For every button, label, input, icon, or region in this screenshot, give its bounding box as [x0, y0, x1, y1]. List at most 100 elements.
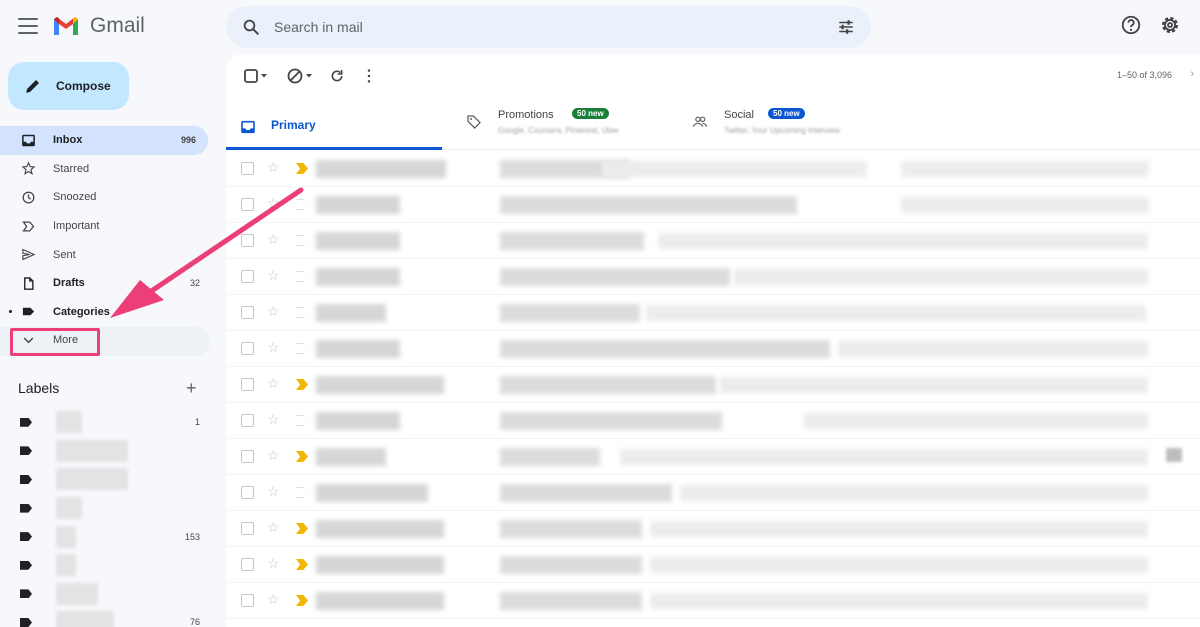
label-item[interactable] [0, 437, 212, 466]
star-icon[interactable]: ☆ [267, 231, 280, 248]
expand-caret-icon[interactable] [9, 310, 12, 314]
mail-row[interactable]: ☆ [226, 403, 1200, 439]
mail-row[interactable]: ☆ [226, 439, 1200, 475]
label-item[interactable] [0, 465, 212, 494]
mail-row[interactable]: ☆ [226, 223, 1200, 259]
main-menu-icon[interactable] [18, 18, 38, 34]
mail-list: ☆ ☆ ☆ ☆ ☆ ☆ ☆ ☆ ☆ ☆ ☆ ☆ ☆ [226, 151, 1200, 619]
mail-row[interactable]: ☆ [226, 151, 1200, 187]
subject-redacted [500, 196, 797, 214]
tab-primary[interactable]: Primary [226, 106, 442, 150]
star-icon[interactable]: ☆ [267, 483, 280, 500]
mail-row[interactable]: ☆ [226, 295, 1200, 331]
row-checkbox[interactable] [241, 414, 254, 427]
mail-row[interactable]: ☆ [226, 583, 1200, 619]
row-checkbox[interactable] [241, 234, 254, 247]
tab-promotions[interactable]: Promotions 50 new Google, Coursera, Pint… [466, 106, 686, 150]
importance-marker-icon[interactable] [296, 235, 308, 246]
row-checkbox[interactable] [241, 198, 254, 211]
row-checkbox[interactable] [241, 342, 254, 355]
mail-row[interactable]: ☆ [226, 331, 1200, 367]
star-icon[interactable]: ☆ [267, 555, 280, 572]
mail-row[interactable]: ☆ [226, 475, 1200, 511]
row-checkbox[interactable] [241, 486, 254, 499]
settings-gear-icon[interactable] [1159, 14, 1181, 36]
tab-social[interactable]: Social 50 new Twitter, Your Upcoming Int… [692, 106, 912, 150]
star-icon[interactable]: ☆ [267, 267, 280, 284]
gmail-logo[interactable]: Gmail [52, 14, 145, 38]
importance-marker-icon[interactable] [296, 595, 308, 606]
label-name-redacted [56, 611, 114, 627]
sidebar-item-starred[interactable]: Starred [0, 155, 212, 184]
star-icon[interactable]: ☆ [267, 159, 280, 176]
refresh-icon[interactable] [329, 67, 345, 85]
importance-marker-icon[interactable] [296, 343, 308, 354]
labels-heading: Labels [18, 380, 60, 396]
star-icon[interactable]: ☆ [267, 375, 280, 392]
search-input[interactable] [274, 6, 834, 48]
pencil-icon [26, 80, 39, 93]
label-item[interactable] [0, 494, 212, 523]
row-checkbox[interactable] [241, 378, 254, 391]
importance-marker-icon[interactable] [296, 559, 308, 570]
row-checkbox[interactable] [241, 594, 254, 607]
add-label-icon[interactable]: + [186, 379, 197, 397]
row-checkbox[interactable] [241, 162, 254, 175]
label-item[interactable] [0, 551, 212, 580]
row-checkbox[interactable] [241, 450, 254, 463]
sidebar-item-inbox[interactable]: Inbox 996 [0, 126, 208, 155]
mail-row[interactable]: ☆ [226, 511, 1200, 547]
row-checkbox[interactable] [241, 522, 254, 535]
importance-marker-icon[interactable] [296, 307, 308, 318]
sender-redacted [316, 160, 446, 178]
label-item[interactable]: 1 [0, 408, 212, 437]
sidebar-item-categories[interactable]: Categories [0, 298, 212, 327]
label-item[interactable] [0, 580, 212, 609]
importance-marker-icon[interactable] [296, 379, 308, 390]
search-options-icon[interactable] [837, 18, 855, 36]
mail-row[interactable]: ☆ [226, 547, 1200, 583]
sender-redacted [316, 520, 444, 538]
importance-marker-icon[interactable] [296, 415, 308, 426]
importance-marker-icon[interactable] [296, 487, 308, 498]
row-checkbox[interactable] [241, 306, 254, 319]
importance-marker-icon[interactable] [296, 163, 308, 174]
select-filter-icon[interactable] [284, 67, 316, 85]
star-icon[interactable]: ☆ [267, 339, 280, 356]
row-checkbox[interactable] [241, 558, 254, 571]
more-options-icon[interactable] [366, 67, 372, 85]
star-icon[interactable]: ☆ [267, 519, 280, 536]
pagination-label: 1–50 of 3,096 [1116, 70, 1172, 80]
mail-row[interactable]: ☆ [226, 187, 1200, 223]
star-icon[interactable]: ☆ [267, 591, 280, 608]
compose-label: Compose [56, 79, 111, 93]
search-icon[interactable] [242, 18, 260, 36]
row-checkbox[interactable] [241, 270, 254, 283]
sender-redacted [316, 196, 400, 214]
importance-marker-icon[interactable] [296, 271, 308, 282]
tab-label: Social [724, 109, 754, 121]
star-icon[interactable]: ☆ [267, 195, 280, 212]
mail-row[interactable]: ☆ [226, 367, 1200, 403]
sidebar-item-sent[interactable]: Sent [0, 240, 212, 269]
importance-marker-icon[interactable] [296, 451, 308, 462]
compose-button[interactable]: Compose [8, 62, 129, 110]
sidebar-item-drafts[interactable]: Drafts 32 [0, 269, 212, 298]
star-icon[interactable]: ☆ [267, 411, 280, 428]
label-item[interactable]: 153 [0, 522, 212, 551]
importance-marker-icon[interactable] [296, 523, 308, 534]
next-page-icon[interactable]: › [1190, 68, 1194, 80]
star-icon[interactable]: ☆ [267, 303, 280, 320]
sidebar-item-label: Important [53, 220, 100, 233]
attachment-icon[interactable] [1166, 448, 1182, 462]
sidebar-item-snoozed[interactable]: Snoozed [0, 183, 212, 212]
star-icon[interactable]: ☆ [267, 447, 280, 464]
label-item[interactable]: 76 [0, 608, 212, 627]
mail-row[interactable]: ☆ [226, 259, 1200, 295]
label-name-redacted [56, 411, 82, 434]
select-all-checkbox[interactable] [240, 67, 272, 85]
label-count: 153 [184, 531, 200, 542]
importance-marker-icon[interactable] [296, 199, 308, 210]
sidebar-item-important[interactable]: Important [0, 212, 212, 241]
help-icon[interactable] [1120, 14, 1142, 36]
